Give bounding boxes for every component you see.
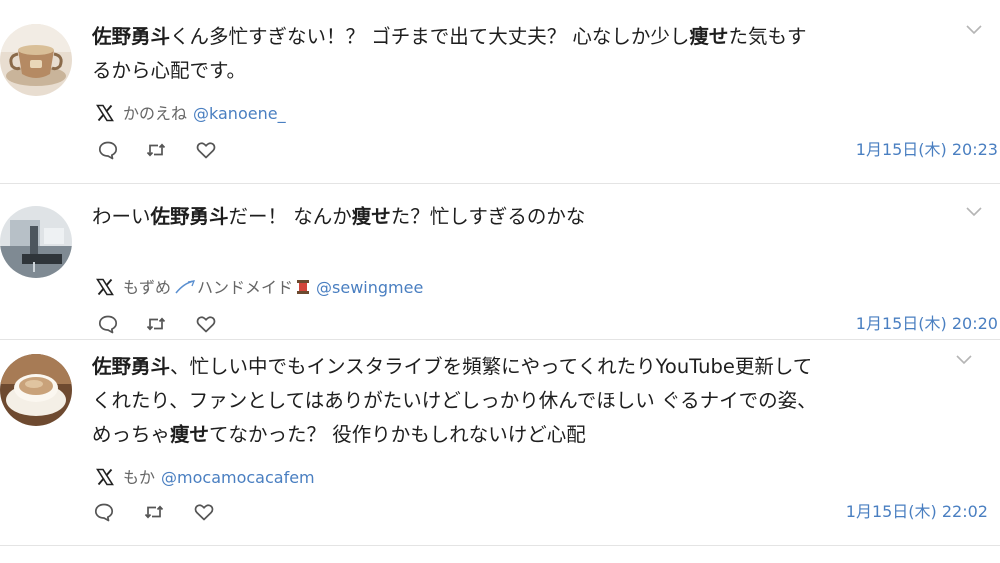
author-handle[interactable]: @kanoene_ <box>193 104 286 123</box>
post-text: 佐野勇斗、忙しい中でもインスタライブを頻繁にやってくれたりYouTube更新して… <box>92 355 817 446</box>
like-icon <box>194 504 214 521</box>
reply-button[interactable] <box>96 138 120 162</box>
spool-icon <box>297 280 310 294</box>
author-handle[interactable]: @mocamocacafem <box>161 468 315 487</box>
reply-icon <box>94 503 114 522</box>
divider <box>0 545 1000 546</box>
x-logo-icon <box>96 468 114 486</box>
like-icon <box>196 316 216 333</box>
post: 佐野勇斗くん多忙すぎない！？ ゴチまで出て大丈夫？ 心なしか少し痩せた気もす る… <box>0 0 1000 183</box>
reply-icon <box>98 141 118 160</box>
avatar[interactable] <box>0 206 72 278</box>
action-bar <box>94 500 256 524</box>
repost-button[interactable] <box>144 138 168 162</box>
repost-icon <box>146 317 166 331</box>
chevron-down-icon[interactable] <box>965 24 983 36</box>
post: わーい佐野勇斗だー！ なんか痩せた？忙しすぎるのかな もずめ ハンドメイド @sew… <box>0 184 1000 339</box>
reply-button[interactable] <box>96 312 120 336</box>
x-logo-icon <box>96 278 114 296</box>
post: 佐野勇斗、忙しい中でもインスタライブを頻繁にやってくれたりYouTube更新して… <box>0 340 1000 545</box>
author-handle[interactable]: @sewingmee <box>316 278 423 297</box>
avatar[interactable] <box>0 354 72 426</box>
action-bar <box>96 312 256 336</box>
repost-icon <box>146 143 166 157</box>
author-line: もか @mocamocacafem <box>96 466 315 490</box>
coffee-cup-avatar-icon <box>0 354 72 426</box>
author-name[interactable]: かのえね <box>123 104 187 123</box>
x-logo-icon <box>96 104 114 122</box>
author-line: もずめ ハンドメイド @sewingmee <box>96 276 423 300</box>
like-icon <box>196 142 216 159</box>
timestamp[interactable]: 1月15日(木) 22:02 <box>846 500 988 524</box>
action-bar <box>96 138 256 162</box>
chevron-down-icon[interactable] <box>955 354 973 366</box>
teacup-avatar-icon <box>0 24 72 96</box>
reply-button[interactable] <box>92 500 116 524</box>
chevron-down-icon[interactable] <box>965 206 983 218</box>
highlight: 痩せ <box>689 25 729 48</box>
post-text: 佐野勇斗くん多忙すぎない！？ ゴチまで出て大丈夫？ 心なしか少し痩せた気もす る… <box>92 25 807 82</box>
like-button[interactable] <box>192 500 216 524</box>
like-button[interactable] <box>194 138 218 162</box>
highlight: 痩せ <box>351 205 391 228</box>
post-feed: 佐野勇斗くん多忙すぎない！？ ゴチまで出て大丈夫？ 心なしか少し痩せた気もす る… <box>0 0 1000 563</box>
highlight: 佐野勇斗 <box>92 355 171 378</box>
repost-button[interactable] <box>142 500 166 524</box>
repost-icon <box>144 505 164 519</box>
sewing-machine-avatar-icon <box>0 206 72 278</box>
post-text: わーい佐野勇斗だー！ なんか痩せた？忙しすぎるのかな <box>92 205 586 228</box>
author-name[interactable]: もか <box>123 468 155 487</box>
like-button[interactable] <box>194 312 218 336</box>
timestamp[interactable]: 1月15日(木) 20:20 <box>856 312 998 336</box>
avatar[interactable] <box>0 24 72 96</box>
repost-button[interactable] <box>144 312 168 336</box>
reply-icon <box>98 315 118 334</box>
highlight: 佐野勇斗 <box>92 25 171 48</box>
highlight: 痩せ <box>170 423 210 446</box>
timestamp[interactable]: 1月15日(木) 20:23 <box>856 138 998 162</box>
needle-icon <box>175 280 196 294</box>
highlight: 佐野勇斗 <box>150 205 229 228</box>
author-line: かのえね @kanoene_ <box>96 102 286 126</box>
author-name[interactable]: もずめ ハンドメイド <box>123 278 310 297</box>
